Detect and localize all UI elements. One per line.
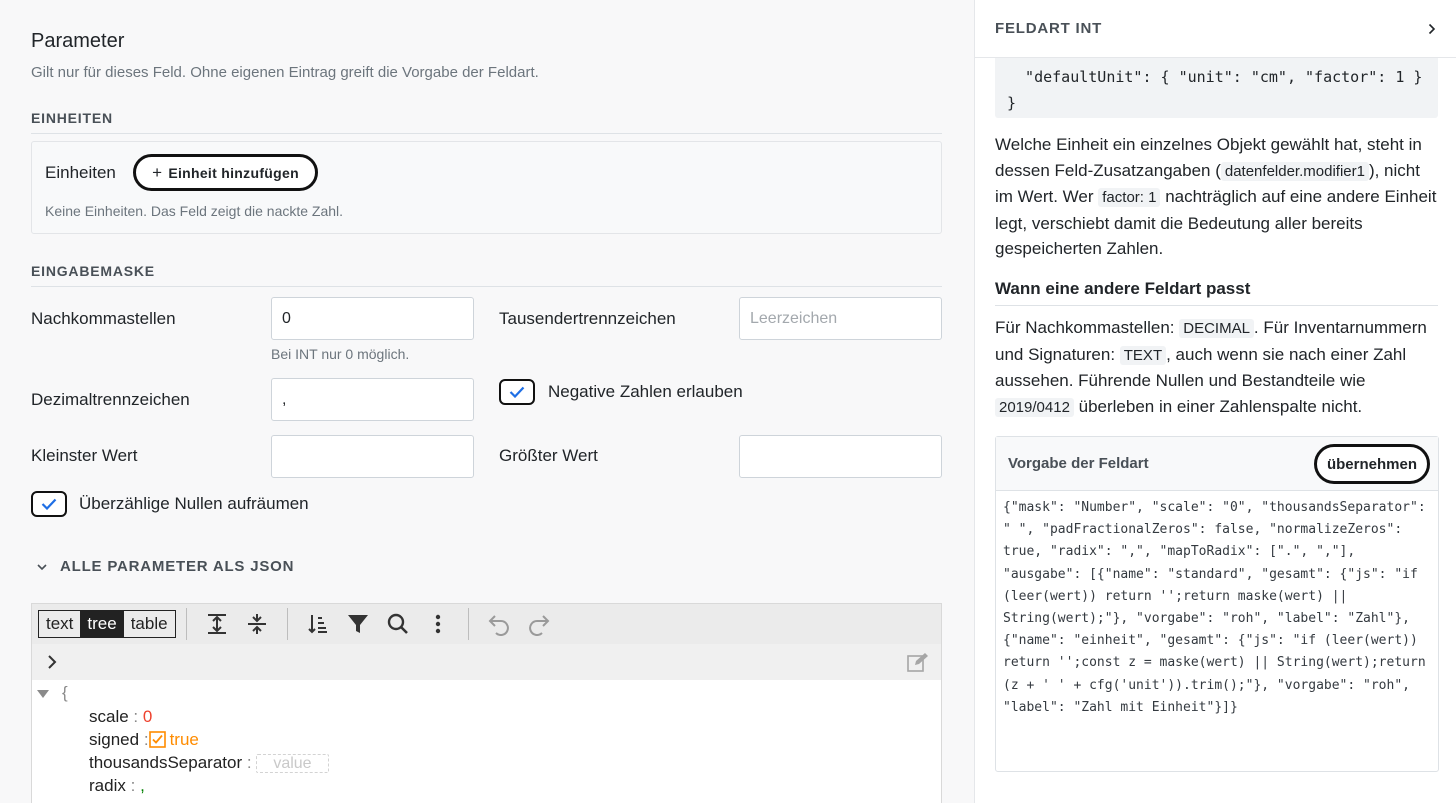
plus-icon: + [152, 162, 163, 182]
redo-icon[interactable] [525, 610, 553, 638]
tree-value: true [169, 730, 199, 749]
inline-code: datenfelder.modifier1 [1220, 161, 1369, 181]
mode-text-button[interactable]: text [39, 611, 80, 637]
tree-key: radix [89, 776, 126, 795]
edit-icon[interactable] [907, 652, 929, 672]
units-label: Einheiten [45, 163, 116, 182]
paragraph-other-types: Für Nachkommastellen: DECIMAL. Für Inven… [995, 315, 1440, 420]
toolbar-separator [467, 608, 469, 640]
tree-value-empty[interactable]: value [256, 754, 329, 773]
thousands-label: Tausendertrennzeichen [499, 309, 676, 328]
search-icon[interactable] [384, 610, 412, 638]
tree-row[interactable]: signed : true [89, 730, 199, 750]
mask-heading: EINGABEMASKE [31, 263, 155, 279]
default-box-header: Vorgabe der Feldart übernehmen [996, 437, 1438, 491]
default-box-title: Vorgabe der Feldart [1008, 455, 1149, 472]
toolbar-separator [185, 608, 187, 640]
radix-input[interactable]: , [271, 378, 474, 421]
inline-code: DECIMAL [1179, 319, 1254, 338]
divider [995, 305, 1438, 306]
chevron-right-icon[interactable] [46, 654, 58, 670]
mode-switch: text tree table [38, 610, 176, 638]
collapse-all-icon[interactable] [243, 610, 271, 638]
default-json-text: {"mask": "Number", "scale": "0", "thousa… [1003, 500, 1434, 715]
side-panel: FELDART INT "defaultUnit": { "unit": "cm… [974, 0, 1456, 803]
filter-icon[interactable] [344, 610, 372, 638]
chevron-down-icon [37, 563, 47, 570]
code-line: "defaultUnit": { "unit": "cm", "factor":… [1007, 68, 1423, 86]
checkbox-icon[interactable] [148, 731, 166, 748]
normalize-label: Überzählige Nullen aufräumen [79, 494, 309, 513]
add-unit-button[interactable]: + Einheit hinzufügen [133, 154, 318, 191]
apply-default-button[interactable]: übernehmen [1314, 444, 1430, 484]
toolbar-separator [286, 608, 288, 640]
tree-key: scale [89, 707, 129, 726]
code-line: } [1007, 94, 1017, 112]
negative-checkbox[interactable] [499, 379, 535, 405]
page-title: Parameter [31, 30, 125, 52]
navigation-bar [32, 644, 941, 680]
panel-header: FELDART INT [975, 0, 1456, 58]
chevron-right-icon[interactable] [1428, 23, 1436, 35]
units-heading: EINHEITEN [31, 110, 113, 126]
thousands-input[interactable]: Leerzeichen [739, 297, 942, 340]
inline-code: 2019/0412 [995, 397, 1074, 417]
tree-row[interactable]: scale : 0 [89, 707, 152, 727]
text: Für Nachkommastellen: [995, 318, 1180, 337]
divider [31, 286, 942, 287]
inline-code: factor: 1 [1098, 188, 1161, 207]
normalize-checkbox[interactable] [31, 491, 67, 517]
tree-value: , [140, 776, 145, 795]
units-empty-text: Keine Einheiten. Das Feld zeigt die nack… [45, 203, 344, 219]
negative-label: Negative Zahlen erlauben [548, 382, 743, 401]
more-options-icon[interactable] [424, 610, 452, 638]
decimals-hint: Bei INT nur 0 möglich. [271, 346, 410, 362]
min-label: Kleinster Wert [31, 446, 138, 465]
tree-row[interactable]: radix : , [89, 776, 145, 796]
check-icon [41, 498, 57, 510]
radix-label: Dezimaltrennzeichen [31, 390, 190, 409]
code-block: "defaultUnit": { "unit": "cm", "factor":… [995, 58, 1438, 118]
editor-toolbar: text tree table [32, 604, 941, 644]
tree-row[interactable]: thousandsSeparator : value [89, 753, 329, 773]
sort-icon[interactable] [304, 610, 332, 638]
tree-key: signed [89, 730, 140, 749]
json-editor: text tree table {scale: 0 signed: tru… [31, 603, 942, 803]
page-subtitle: Gilt nur für dieses Feld. Ohne eigenen E… [31, 64, 539, 81]
expand-all-icon[interactable] [203, 610, 231, 638]
tree-key: thousandsSeparator [89, 753, 243, 772]
tree-value: 0 [142, 707, 153, 726]
mode-table-button[interactable]: table [124, 611, 175, 637]
paragraph-unit-info: Welche Einheit ein einzelnes Objekt gewä… [995, 132, 1440, 262]
panel-title: FELDART INT [995, 20, 1103, 37]
max-input[interactable] [739, 435, 942, 478]
inline-code: TEXT [1119, 345, 1167, 365]
mode-tree-button[interactable]: tree [80, 611, 124, 637]
add-unit-label: Einheit hinzufügen [168, 164, 299, 181]
decimals-input[interactable]: 0 [271, 297, 474, 340]
check-icon [509, 386, 525, 398]
json-section-label: ALLE PARAMETER ALS JSON [60, 558, 295, 575]
min-input[interactable] [271, 435, 474, 478]
max-label: Größter Wert [499, 446, 598, 465]
caret-down-icon[interactable] [37, 690, 49, 698]
decimals-label: Nachkommastellen [31, 309, 176, 328]
field-type-default-box: Vorgabe der Feldart übernehmen {"mask": … [995, 436, 1439, 772]
tree-open-brace: { [62, 683, 68, 702]
divider [31, 133, 942, 134]
json-section-toggle[interactable]: ALLE PARAMETER ALS JSON [36, 558, 294, 575]
parameter-form: Parameter Gilt nur für dieses Feld. Ohne… [0, 0, 974, 803]
text: überleben in einer Zahlenspalte nicht. [1073, 396, 1363, 416]
undo-icon[interactable] [485, 610, 513, 638]
section-heading: Wann eine andere Feldart passt [995, 279, 1251, 298]
